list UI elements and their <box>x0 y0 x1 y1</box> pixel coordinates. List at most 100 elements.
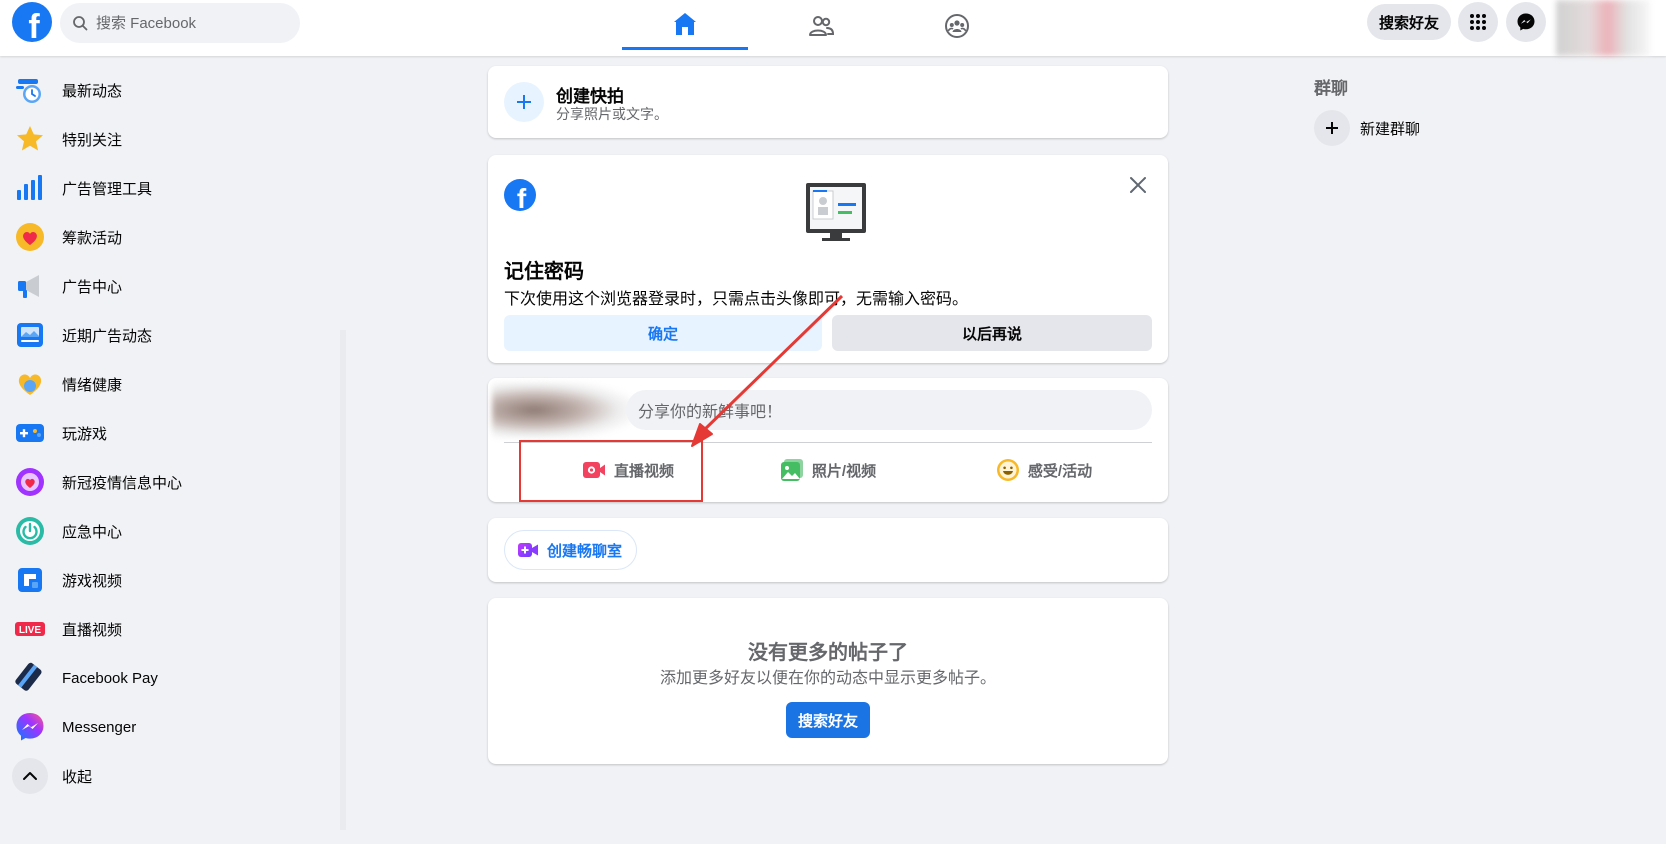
sidebar-item-favorites[interactable]: 特别关注 <box>8 115 328 163</box>
sidebar-item-crisis-response[interactable]: 应急中心 <box>8 507 328 555</box>
grid-menu-icon <box>1470 14 1486 30</box>
sidebar-item-emotional-health[interactable]: 情绪健康 <box>8 360 328 408</box>
sidebar-item-recent-ad-activity[interactable]: 近期广告动态 <box>8 311 328 359</box>
facebook-logo-letter: f <box>28 8 40 42</box>
sidebar-item-facebook-pay[interactable]: Facebook Pay <box>8 654 328 702</box>
photo-video-icon <box>780 459 803 481</box>
recent-feed-icon <box>12 72 48 108</box>
avatar[interactable] <box>492 382 632 438</box>
friends-icon <box>809 16 835 36</box>
post-composer-input[interactable]: 分享你的新鲜事吧！ <box>626 390 1152 430</box>
composer-placeholder: 分享你的新鲜事吧！ <box>638 404 783 421</box>
live-badge-icon: LIVE <box>12 611 48 647</box>
emotional-health-icon <box>12 366 48 402</box>
create-story-subtitle: 分享照片或文字。 <box>556 106 668 122</box>
star-icon <box>12 121 48 157</box>
covid-info-icon <box>12 464 48 500</box>
no-more-posts-card: 没有更多的帖子了 添加更多好友以便在你的动态中显示更多帖子。 搜索好友 <box>488 598 1168 764</box>
crisis-response-icon <box>12 513 48 549</box>
monitor-illustration-icon <box>806 183 866 241</box>
tab-home[interactable] <box>622 0 748 50</box>
room-video-plus-icon <box>518 543 538 557</box>
sidebar-item-label: 特别关注 <box>62 131 123 149</box>
create-story-card[interactable]: 创建快拍 分享照片或文字。 <box>488 66 1168 138</box>
remember-password-title: 记住密码 <box>504 261 584 283</box>
sidebar-item-recent-feed[interactable]: 最新动态 <box>8 66 328 114</box>
sidebar-item-label: Facebook Pay <box>62 669 158 687</box>
sidebar-item-label: 游戏视频 <box>62 572 123 590</box>
sidebar-item-label: 玩游戏 <box>62 425 108 443</box>
sidebar-item-covid-info[interactable]: 新冠疫情信息中心 <box>8 458 328 506</box>
gaming-video-icon <box>12 562 48 598</box>
new-group-chat-button[interactable]: 新建群聊 <box>1314 108 1420 148</box>
feeling-activity-label: 感受/活动 <box>1027 462 1093 480</box>
home-icon <box>674 12 696 35</box>
fundraiser-heart-icon <box>12 219 48 255</box>
sidebar-item-gaming-video[interactable]: 游戏视频 <box>8 556 328 604</box>
plus-icon <box>1314 110 1350 146</box>
sidebar-item-label: 应急中心 <box>62 523 123 541</box>
create-room-card: 创建畅聊室 <box>488 518 1168 582</box>
sidebar-collapse-label: 收起 <box>62 768 93 786</box>
remember-password-description: 下次使用这个浏览器登录时，只需点击头像即可，无需输入密码。 <box>504 291 969 308</box>
sidebar-item-label: 直播视频 <box>62 621 123 639</box>
feeling-icon <box>996 459 1019 481</box>
menu-button[interactable] <box>1458 2 1498 42</box>
live-badge-text: LIVE <box>19 625 42 636</box>
facebook-logo-icon: f <box>504 179 536 211</box>
no-more-posts-title: 没有更多的帖子了 <box>748 642 908 664</box>
facebook-logo-letter: f <box>516 183 527 211</box>
create-room-button[interactable]: 创建畅聊室 <box>504 530 638 570</box>
sidebar-item-label: 广告管理工具 <box>62 180 153 198</box>
search-box[interactable] <box>60 3 300 43</box>
not-now-button[interactable]: 以后再说 <box>832 315 1152 351</box>
sidebar-item-label: 最新动态 <box>62 82 123 100</box>
group-chats-title: 群聊 <box>1314 79 1348 98</box>
new-group-chat-label: 新建群聊 <box>1360 120 1421 138</box>
sidebar-item-label: 筹款活动 <box>62 229 123 247</box>
search-icon <box>73 16 88 31</box>
facebook-pay-icon <box>12 660 48 696</box>
close-icon <box>1130 177 1146 193</box>
tab-friends[interactable] <box>758 0 884 52</box>
annotation-highlight-box <box>519 440 703 502</box>
sidebar-item-messenger[interactable]: Messenger <box>8 703 328 751</box>
close-button[interactable] <box>1120 167 1156 203</box>
find-friends-button[interactable]: 搜索好友 <box>1367 4 1452 40</box>
sidebar-item-fundraisers[interactable]: 筹款活动 <box>8 213 328 261</box>
search-input[interactable] <box>96 14 286 32</box>
plus-icon <box>504 82 544 122</box>
chevron-up-icon <box>12 758 48 794</box>
create-room-label: 创建畅聊室 <box>547 542 623 560</box>
recent-ads-icon <box>12 317 48 353</box>
messenger-button[interactable] <box>1506 2 1546 42</box>
sidebar-item-label: 广告中心 <box>62 278 123 296</box>
photo-video-label: 照片/视频 <box>811 462 877 480</box>
facebook-logo-icon[interactable]: f <box>12 2 52 42</box>
feeling-activity-button[interactable]: 感受/活动 <box>944 450 1144 490</box>
no-more-posts-subtitle: 添加更多好友以便在你的动态中显示更多帖子。 <box>659 670 996 687</box>
left-sidebar: 最新动态 特别关注 广告管理工具 筹款活动 广告中心 近期广告动态 情绪健康 玩… <box>0 56 340 844</box>
sidebar-collapse[interactable]: 收起 <box>8 752 328 800</box>
sidebar-item-live-video[interactable]: LIVE 直播视频 <box>8 605 328 653</box>
top-navigation-bar: f 搜索好友 <box>0 0 1666 56</box>
profile-avatar[interactable] <box>1556 0 1650 56</box>
messenger-sidebar-icon <box>12 709 48 745</box>
sidebar-item-ads-manager[interactable]: 广告管理工具 <box>8 164 328 212</box>
megaphone-icon <box>12 268 48 304</box>
sidebar-item-label: 情绪健康 <box>62 376 123 394</box>
sidebar-item-label: 近期广告动态 <box>62 327 153 345</box>
ads-manager-icon <box>12 170 48 206</box>
confirm-button[interactable]: 确定 <box>504 315 822 351</box>
sidebar-item-play-games[interactable]: 玩游戏 <box>8 409 328 457</box>
messenger-icon <box>1517 13 1535 31</box>
tab-groups[interactable] <box>894 0 1020 52</box>
gamepad-icon <box>12 415 48 451</box>
photo-video-button[interactable]: 照片/视频 <box>728 450 928 490</box>
sidebar-item-label: 新冠疫情信息中心 <box>62 474 183 492</box>
find-friends-feed-button[interactable]: 搜索好友 <box>786 702 871 738</box>
sidebar-scroll-track <box>340 330 346 830</box>
groups-icon <box>945 14 969 38</box>
sidebar-item-ad-center[interactable]: 广告中心 <box>8 262 328 310</box>
sidebar-item-label: Messenger <box>62 718 137 736</box>
